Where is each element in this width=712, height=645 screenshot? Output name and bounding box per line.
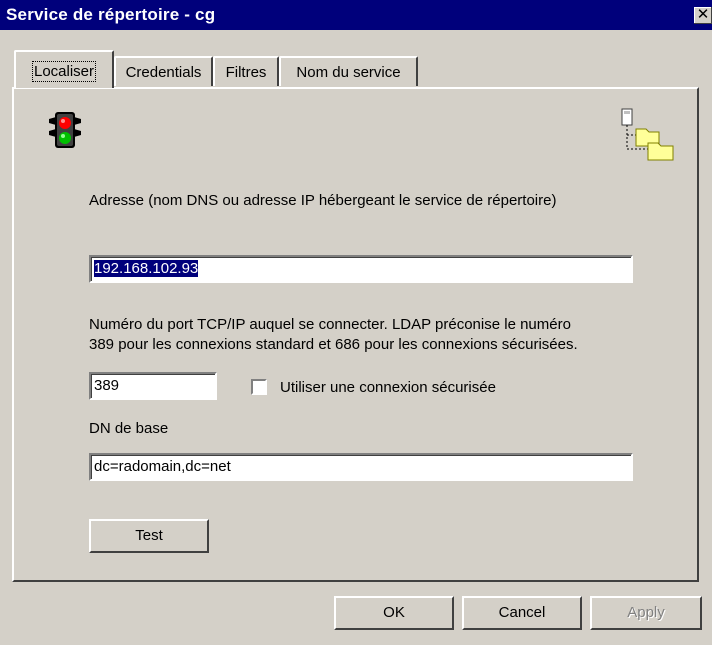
base-dn-value: dc=radomain,dc=net [94,458,231,475]
ok-button[interactable]: OK [334,596,454,630]
test-button-label: Test [135,527,163,544]
address-input[interactable]: 192.168.102.93 [89,255,633,283]
tab-label: Localiser [31,61,97,82]
tab-label: Credentials [125,64,202,81]
port-description-line-2: 389 pour les connexions standard et 686 … [89,336,578,353]
ok-button-label: OK [383,604,405,621]
traffic-light-icon [49,112,81,148]
address-value: 192.168.102.93 [94,260,199,277]
port-description: Numéro du port TCP/IP auquel se connecte… [89,315,689,355]
tab-localiser[interactable]: Localiser [14,50,114,88]
window-title: Service de répertoire - cg [6,5,216,24]
title-bar[interactable]: Service de répertoire - cg ✕ [0,0,712,30]
dialog-window: Service de répertoire - cg ✕ Localiser C… [0,0,712,645]
address-label: Adresse (nom DNS ou adresse IP hébergean… [89,192,557,209]
secure-connection-label: Utiliser une connexion sécurisée [280,379,496,396]
tab-filtres[interactable]: Filtres [213,56,279,86]
port-input[interactable]: 389 [89,372,217,400]
cancel-button[interactable]: Cancel [462,596,582,630]
directory-tree-icon [621,108,674,161]
tab-credentials[interactable]: Credentials [114,56,213,86]
secure-connection-checkbox[interactable] [251,379,267,395]
base-dn-label: DN de base [89,420,169,437]
port-value: 389 [94,377,120,394]
apply-button-label: Apply [627,604,665,621]
tab-nom-du-service[interactable]: Nom du service [279,56,418,86]
tab-label: Nom du service [296,64,401,81]
base-dn-input[interactable]: dc=radomain,dc=net [89,453,633,481]
close-button[interactable]: ✕ [694,7,712,24]
cancel-button-label: Cancel [498,604,546,621]
port-description-line-1: Numéro du port TCP/IP auquel se connecte… [89,316,571,333]
close-icon: ✕ [696,6,710,23]
tab-panel-localiser: Adresse (nom DNS ou adresse IP hébergean… [12,87,699,582]
apply-button[interactable]: Apply [590,596,702,630]
test-button[interactable]: Test [89,519,209,553]
tab-label: Filtres [225,64,267,81]
